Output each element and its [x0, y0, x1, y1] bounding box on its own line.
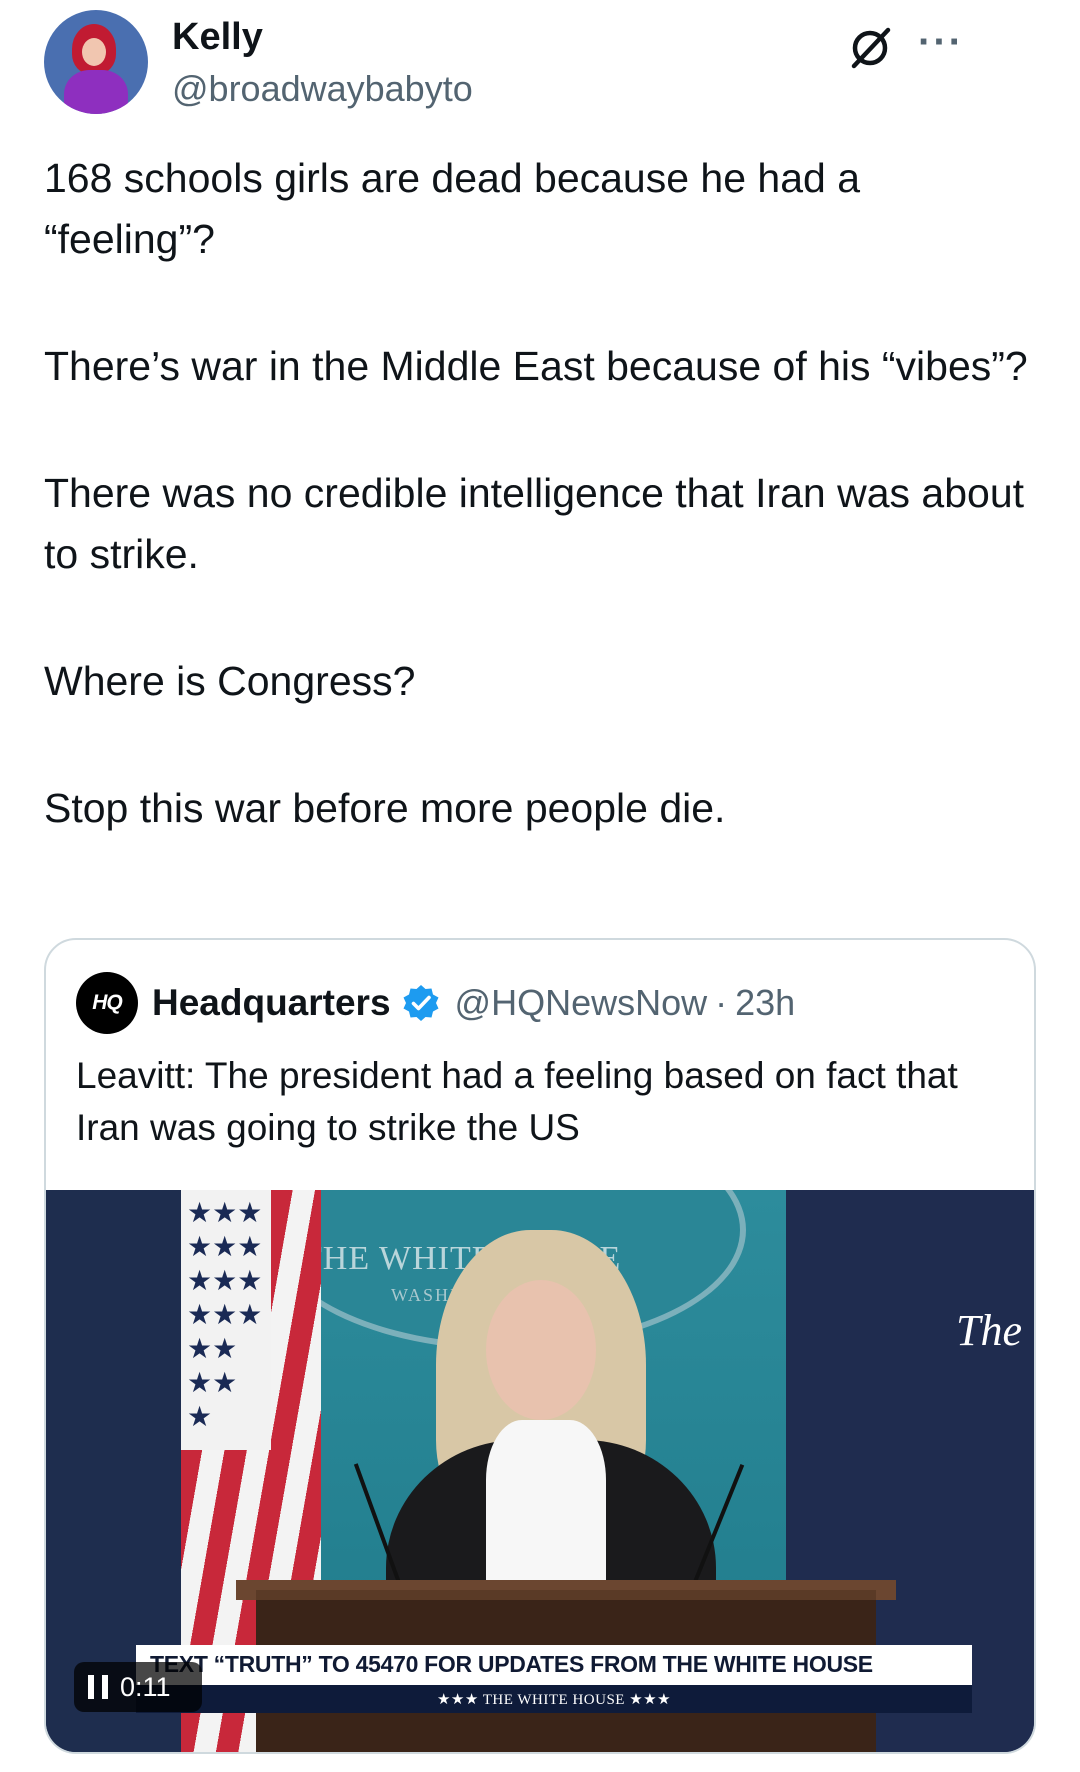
- tweet-paragraph: Where is Congress?: [44, 658, 416, 704]
- grok-icon[interactable]: [846, 24, 894, 72]
- tweet-paragraph: There’s war in the Middle East because o…: [44, 343, 1028, 389]
- author-name[interactable]: Kelly: [172, 16, 263, 59]
- tweet-header: Kelly @broadwaybabyto ···: [44, 10, 1044, 118]
- more-options-icon[interactable]: ···: [918, 20, 964, 65]
- quoted-tweet-time[interactable]: 23h: [735, 982, 795, 1024]
- quoted-author-handle[interactable]: @HQNewsNow: [455, 982, 708, 1024]
- video-player[interactable]: THE WHITE HOUSE WASHINGTON The ★★★★★★★★★…: [46, 1190, 1034, 1752]
- background-sign-text: The: [956, 1306, 1022, 1355]
- avatar[interactable]: [44, 10, 148, 114]
- quoted-tweet-header: HQ Headquarters @HQNewsNow · 23h: [76, 972, 795, 1034]
- quoted-tweet-text: Leavitt: The president had a feeling bas…: [76, 1055, 958, 1148]
- news-chyron: TEXT “TRUTH” TO 45470 FOR UPDATES FROM T…: [136, 1645, 972, 1735]
- video-time: 0:11: [120, 1671, 171, 1702]
- chyron-subline: ★★★ THE WHITE HOUSE ★★★: [136, 1685, 972, 1713]
- pause-icon[interactable]: [88, 1675, 108, 1699]
- author-handle[interactable]: @broadwaybabyto: [172, 68, 473, 110]
- quoted-tweet-card[interactable]: HQ Headquarters @HQNewsNow · 23h Leavitt…: [44, 938, 1036, 1754]
- flag-stars: ★★★ ★★★ ★★★ ★★★ ★★ ★★ ★: [181, 1190, 271, 1450]
- video-playback-control[interactable]: 0:11: [74, 1662, 202, 1712]
- tweet-paragraph: Stop this war before more people die.: [44, 785, 726, 831]
- tweet-paragraph: There was no credible intelligence that …: [44, 470, 1025, 577]
- tweet-paragraph: 168 schools girls are dead because he ha…: [44, 155, 861, 262]
- tweet-text: 168 schools girls are dead because he ha…: [44, 148, 1034, 839]
- chyron-headline: TEXT “TRUTH” TO 45470 FOR UPDATES FROM T…: [136, 1645, 972, 1685]
- avatar-face: [82, 38, 106, 66]
- verified-badge-icon: [403, 985, 439, 1021]
- separator-dot: ·: [715, 982, 728, 1023]
- avatar-body: [64, 70, 128, 114]
- quoted-author-name[interactable]: Headquarters: [152, 982, 391, 1024]
- speaker-face: [486, 1280, 596, 1420]
- quoted-author-logo[interactable]: HQ: [76, 972, 138, 1034]
